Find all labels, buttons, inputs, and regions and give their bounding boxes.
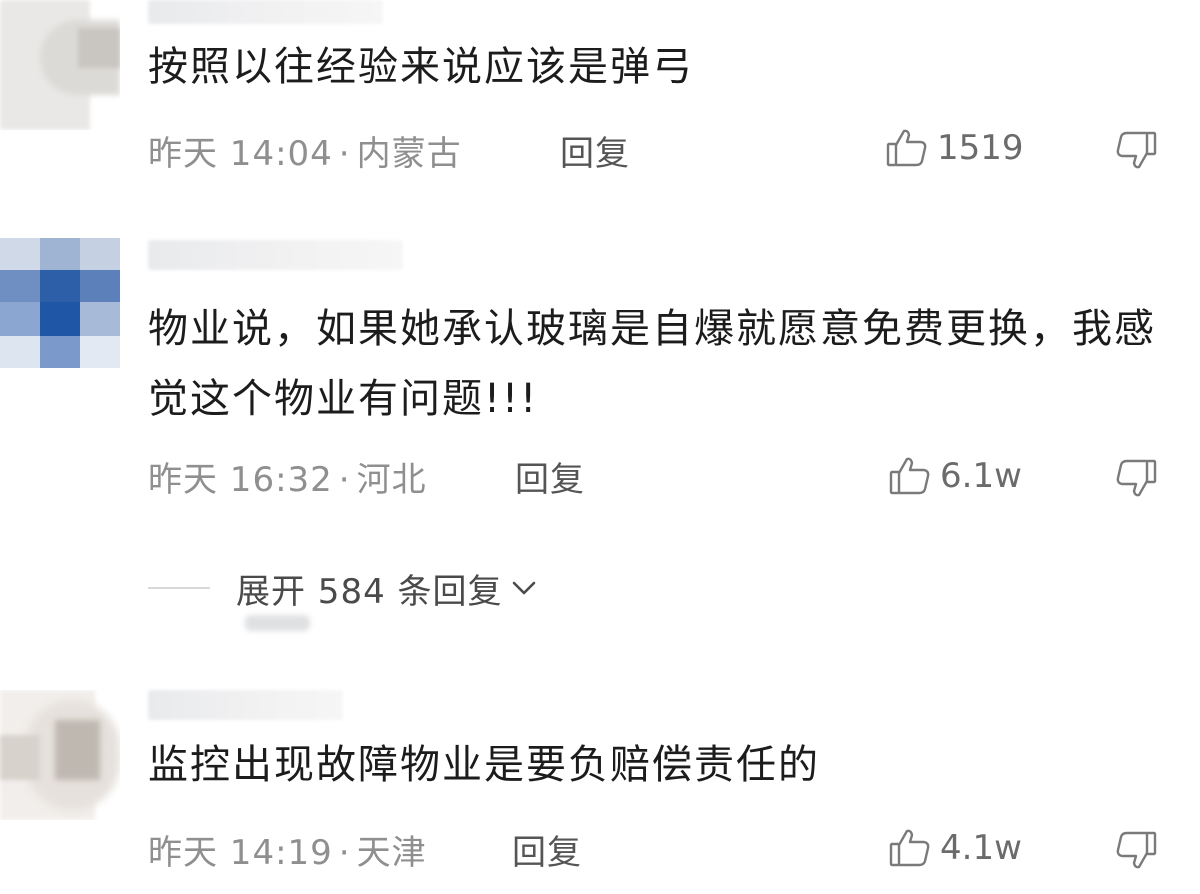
meta-separator: · [338, 833, 351, 873]
thumbs-down-icon[interactable] [1114, 828, 1158, 872]
comment-item: 监控出现故障物业是要负赔偿责任的 昨天 14:19 · 天津 回复 4.1w [0, 0, 1200, 894]
avatar[interactable] [0, 690, 120, 820]
comment-text: 监控出现故障物业是要负赔偿责任的 [148, 742, 820, 788]
like-button[interactable]: 4.1w [888, 826, 1022, 870]
comment-location: 天津 [356, 833, 427, 873]
reply-button[interactable]: 回复 [512, 825, 582, 874]
thumbs-up-icon [888, 826, 932, 870]
comment-meta: 昨天 14:19 · 天津 [148, 825, 427, 874]
like-count: 4.1w [940, 828, 1022, 868]
comment-time: 昨天 14:19 [148, 833, 333, 873]
username-blurred [148, 690, 343, 720]
